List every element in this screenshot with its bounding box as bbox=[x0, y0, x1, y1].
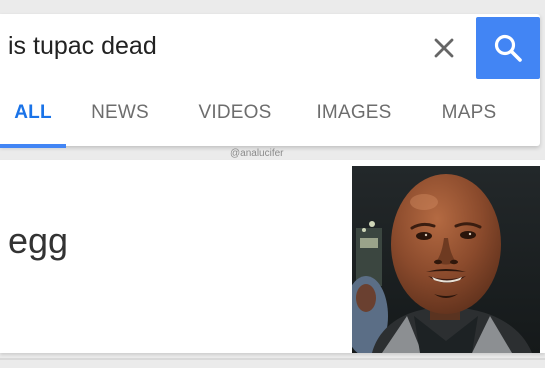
tab-all-label: ALL bbox=[14, 102, 52, 123]
answer-text: egg bbox=[8, 220, 69, 261]
tab-images-label: IMAGES bbox=[316, 102, 392, 123]
tab-all[interactable]: ALL bbox=[0, 92, 66, 148]
search-button[interactable] bbox=[476, 17, 540, 79]
answer-card: egg bbox=[0, 160, 545, 353]
clear-button[interactable] bbox=[424, 28, 464, 68]
tab-maps[interactable]: MAPS bbox=[432, 92, 506, 146]
search-bar bbox=[0, 14, 540, 80]
egg-face-image bbox=[352, 166, 540, 353]
tab-images[interactable]: IMAGES bbox=[306, 92, 402, 146]
egg-face-photo[interactable] bbox=[352, 166, 540, 353]
divider bbox=[0, 358, 545, 360]
search-tabs: ALL NEWS VIDEOS IMAGES MAPS bbox=[0, 92, 540, 148]
tab-videos-label: VIDEOS bbox=[198, 102, 272, 123]
tab-news-label: NEWS bbox=[91, 102, 149, 123]
tab-news[interactable]: NEWS bbox=[84, 92, 156, 146]
active-tab-indicator bbox=[0, 144, 66, 148]
tab-videos[interactable]: VIDEOS bbox=[190, 92, 280, 146]
watermark: @analucifer bbox=[230, 148, 284, 159]
tab-maps-label: MAPS bbox=[441, 102, 497, 123]
search-icon bbox=[494, 34, 522, 62]
search-input[interactable] bbox=[8, 28, 408, 64]
search-card: ALL NEWS VIDEOS IMAGES MAPS bbox=[0, 14, 540, 148]
close-icon bbox=[434, 38, 454, 58]
